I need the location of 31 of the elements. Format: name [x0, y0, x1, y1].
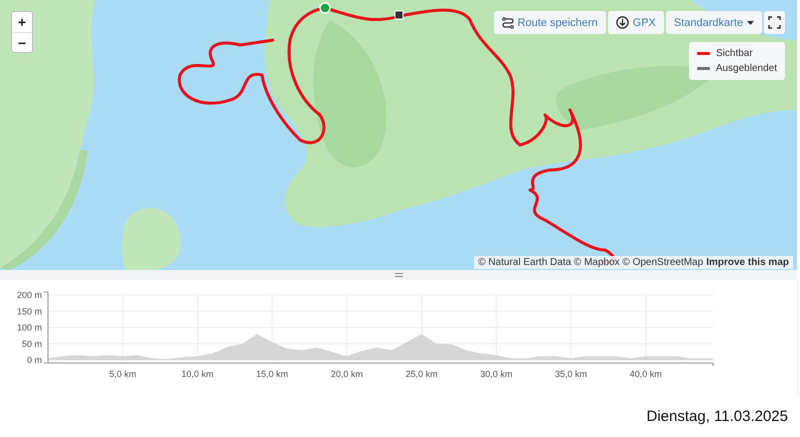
download-icon	[616, 16, 629, 29]
grip-icon	[394, 273, 402, 277]
y-tick-label: 100 m	[16, 322, 42, 332]
x-tick-label: 30,0 km	[480, 369, 512, 379]
route-icon	[502, 16, 514, 28]
x-tick-label: 15,0 km	[256, 369, 288, 379]
legend-label: Sichtbar	[716, 48, 753, 59]
map-style-dropdown[interactable]: Standardkarte	[666, 11, 762, 34]
y-axis	[44, 292, 48, 364]
x-tick-label: 10,0 km	[181, 369, 214, 379]
gpx-download-button[interactable]: GPX	[608, 11, 664, 34]
improve-map-link[interactable]: Improve this map	[706, 257, 789, 268]
y-tick-label: 50 m	[22, 338, 42, 349]
x-tick-label: 40,0 km	[630, 369, 662, 379]
y-tick-label: 0 m	[26, 355, 42, 365]
resize-handle[interactable]	[0, 270, 797, 280]
legend-label: Ausgeblendet	[716, 63, 777, 74]
y-tick-label: 200 m	[16, 290, 42, 300]
x-tick-label: 20,0 km	[330, 369, 363, 379]
y-tick-label: 150 m	[16, 306, 42, 316]
attribution-text: © Natural Earth Data © Mapbox © OpenStreetMap	[478, 257, 704, 268]
zoom-out-button[interactable]: −	[12, 32, 32, 52]
fullscreen-button[interactable]	[764, 11, 785, 34]
zoom-in-button[interactable]: +	[12, 12, 32, 32]
fullscreen-icon	[768, 16, 781, 29]
caret-icon	[747, 20, 754, 24]
save-route-button[interactable]: Route speichern	[494, 11, 606, 34]
x-tick-label: 5,0 km	[109, 369, 136, 379]
x-tick-label: 25,0 km	[406, 369, 438, 379]
date-text: Dienstag, 11.03.2025	[646, 408, 788, 424]
x-tick-label: 35,0 km	[555, 369, 588, 379]
